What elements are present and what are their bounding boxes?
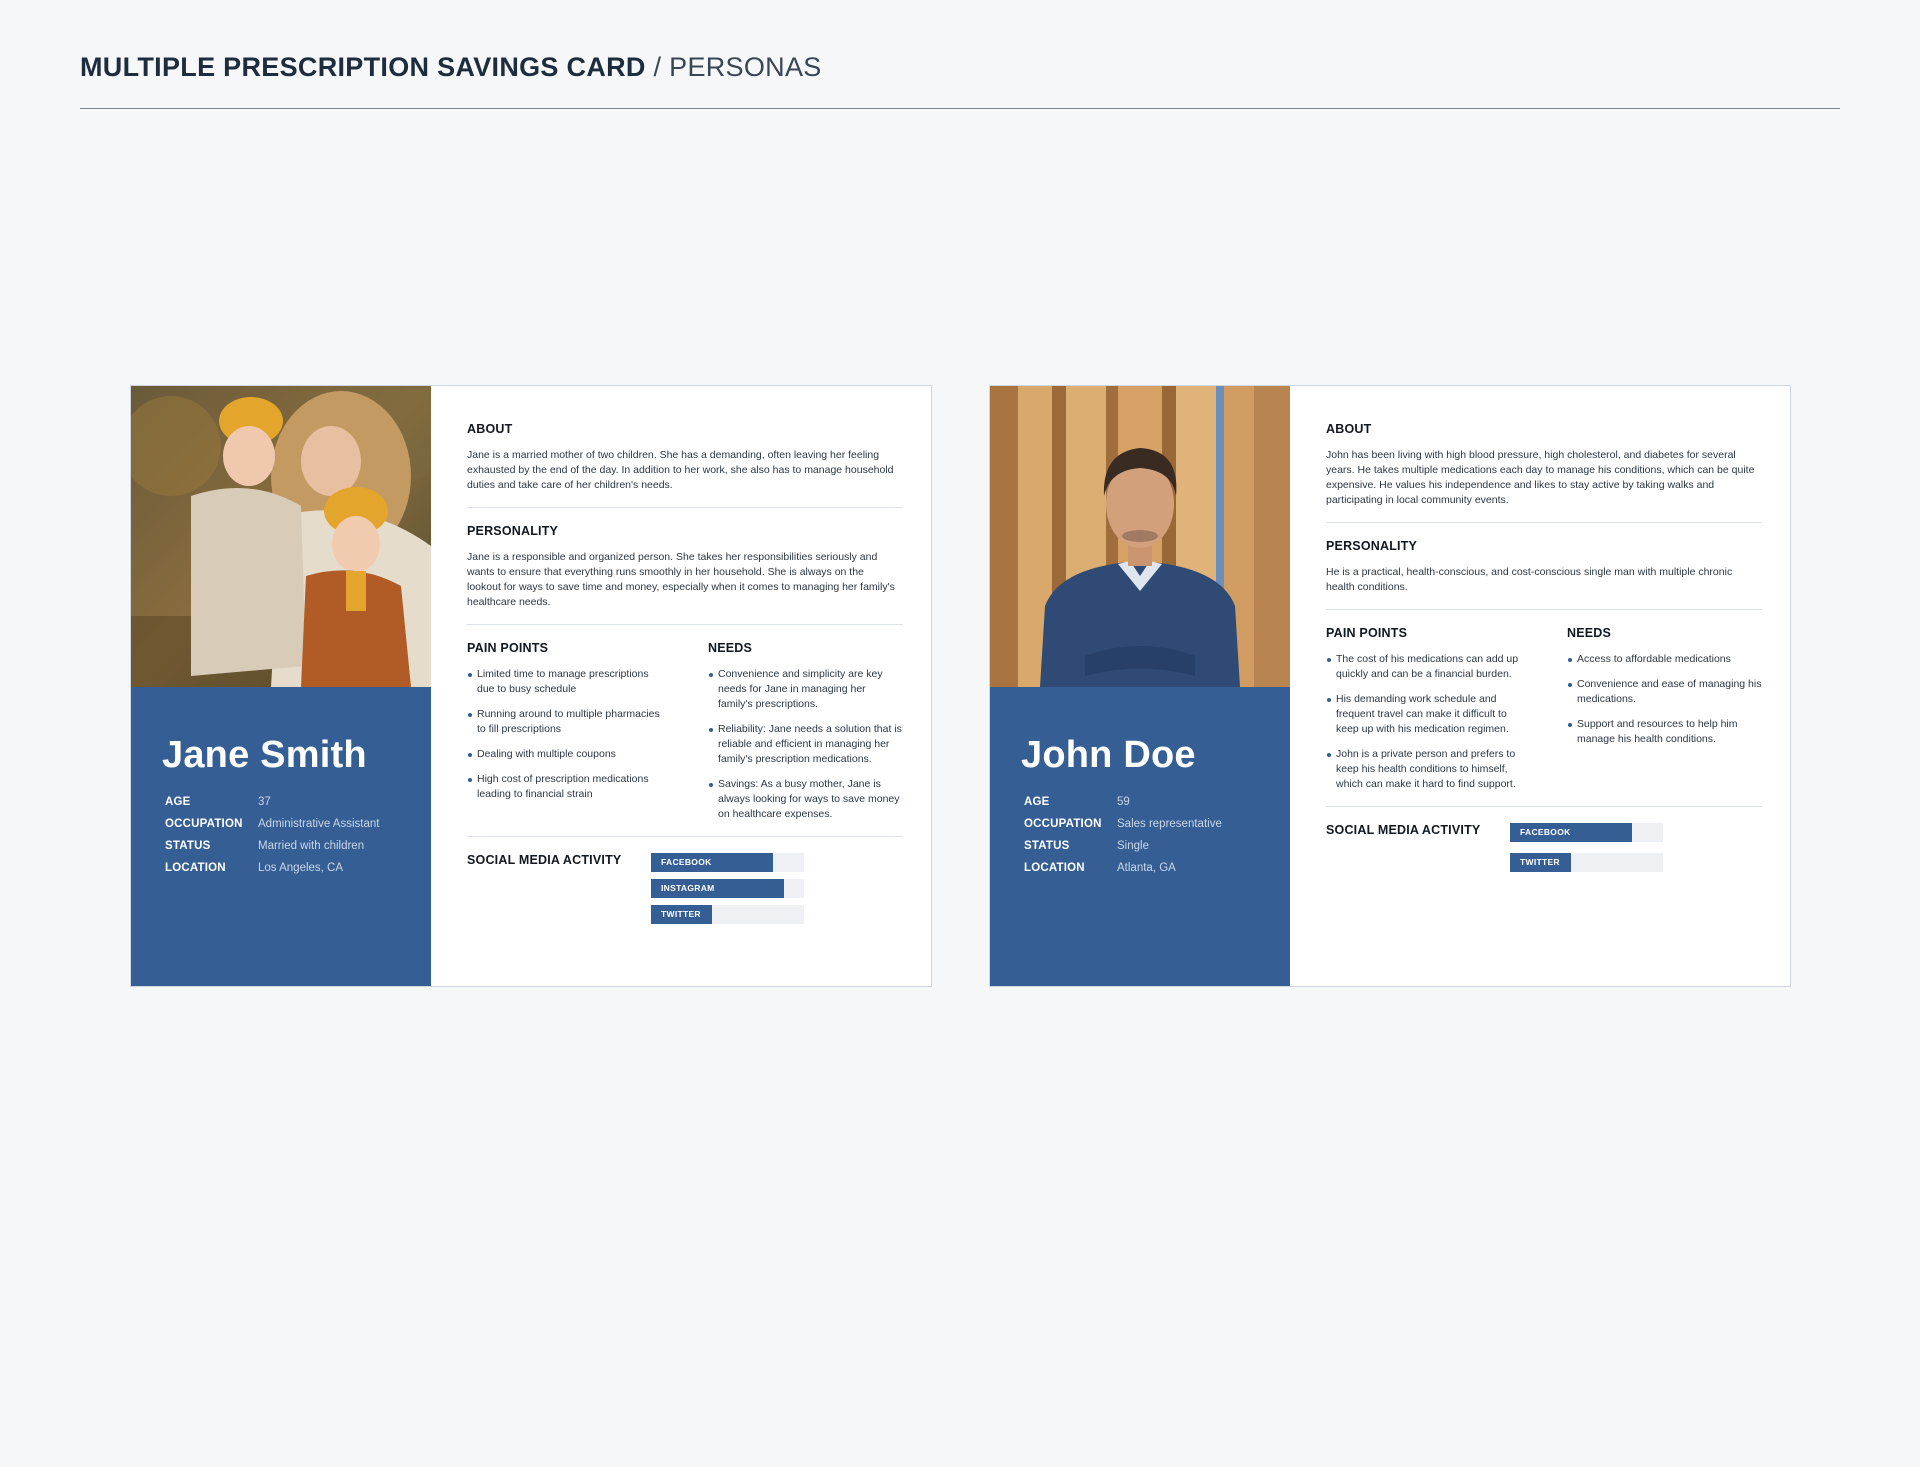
fact-value: Married with children — [258, 840, 365, 852]
fact-value: 59 — [1117, 796, 1130, 808]
bar-label: FACEBOOK — [1520, 827, 1571, 837]
needs-section: NEEDS Convenience and simplicity are key… — [708, 641, 903, 832]
fact-label: AGE — [1024, 796, 1050, 808]
fact-age: AGE 37 — [165, 791, 425, 813]
fact-location: LOCATION Atlanta, GA — [1024, 857, 1284, 879]
section-divider — [467, 624, 903, 625]
needs-heading: NEEDS — [1567, 626, 1612, 640]
page-title-main: MULTIPLE PRESCRIPTION SAVINGS CARD — [80, 52, 646, 82]
social-bar-twitter: TWITTER — [651, 905, 804, 924]
social-bar-twitter: TWITTER — [1510, 853, 1663, 872]
list-item: Running around to multiple pharmacies to… — [467, 707, 663, 737]
fact-label: AGE — [165, 796, 191, 808]
about-text: John has been living with high blood pre… — [1326, 449, 1755, 506]
persona-photo — [131, 386, 431, 687]
bar-label: TWITTER — [661, 909, 701, 919]
about-heading: ABOUT — [1326, 422, 1372, 436]
needs-list: Convenience and simplicity are key needs… — [708, 667, 903, 822]
list-item: Access to affordable medications — [1567, 652, 1762, 667]
social-media-activity: SOCIAL MEDIA ACTIVITY FACEBOOK TWITTER — [1326, 823, 1762, 879]
section-divider — [467, 507, 903, 508]
persona-photo — [990, 386, 1290, 687]
about-heading: ABOUT — [467, 422, 513, 436]
pain-points-list: The cost of his medications can add up q… — [1326, 652, 1522, 792]
pain-points-heading: PAIN POINTS — [1326, 626, 1408, 640]
bar-label: FACEBOOK — [661, 857, 712, 867]
personality-text: Jane is a responsible and organized pers… — [467, 551, 895, 608]
section-divider — [1326, 609, 1762, 610]
personality-heading: PERSONALITY — [1326, 539, 1418, 553]
social-bar-facebook: FACEBOOK — [651, 853, 804, 872]
page-title: MULTIPLE PRESCRIPTION SAVINGS CARD / PER… — [80, 52, 822, 83]
list-item: Dealing with multiple coupons — [467, 747, 663, 762]
list-item: Limited time to manage prescriptions due… — [467, 667, 663, 697]
social-bars: FACEBOOK TWITTER — [1510, 823, 1663, 879]
fact-label: STATUS — [165, 840, 211, 852]
fact-label: STATUS — [1024, 840, 1070, 852]
fact-status: STATUS Married with children — [165, 835, 425, 857]
needs-list: Access to affordable medications Conveni… — [1567, 652, 1762, 747]
fact-value: Administrative Assistant — [258, 818, 380, 830]
pain-points-section: PAIN POINTS The cost of his medications … — [1326, 626, 1567, 802]
persona-card-john: John Doe AGE 59 OCCUPATION Sales represe… — [989, 385, 1791, 987]
section-divider — [1326, 522, 1762, 523]
section-divider — [467, 836, 903, 837]
fact-value: 37 — [258, 796, 271, 808]
social-heading: SOCIAL MEDIA ACTIVITY — [467, 853, 622, 867]
persona-details: ABOUT John has been living with high blo… — [1326, 386, 1762, 1022]
pain-points-list: Limited time to manage prescriptions due… — [467, 667, 663, 802]
persona-card-jane: Jane Smith AGE 37 OCCUPATION Administrat… — [130, 385, 932, 987]
pain-points-needs: PAIN POINTS The cost of his medications … — [1326, 626, 1762, 802]
list-item: The cost of his medications can add up q… — [1326, 652, 1522, 682]
fact-label: OCCUPATION — [1024, 818, 1102, 830]
section-divider — [1326, 806, 1762, 807]
list-item: Convenience and ease of managing his med… — [1567, 677, 1762, 707]
list-item: Support and resources to help him manage… — [1567, 717, 1762, 747]
fact-value: Los Angeles, CA — [258, 862, 344, 874]
social-media-activity: SOCIAL MEDIA ACTIVITY FACEBOOK INSTAGRAM… — [467, 853, 903, 931]
header-divider — [80, 108, 1840, 109]
fact-occupation: OCCUPATION Administrative Assistant — [165, 813, 425, 835]
pain-points-needs: PAIN POINTS Limited time to manage presc… — [467, 641, 903, 832]
fact-value: Sales representative — [1117, 818, 1222, 830]
persona-name: John Doe — [1021, 734, 1196, 776]
list-item: Convenience and simplicity are key needs… — [708, 667, 903, 712]
list-item: John is a private person and prefers to … — [1326, 747, 1522, 792]
needs-section: NEEDS Access to affordable medications C… — [1567, 626, 1762, 802]
social-heading: SOCIAL MEDIA ACTIVITY — [1326, 823, 1481, 837]
list-item: High cost of prescription medications le… — [467, 772, 663, 802]
social-bars: FACEBOOK INSTAGRAM TWITTER — [651, 853, 804, 931]
pain-points-section: PAIN POINTS Limited time to manage presc… — [467, 641, 708, 832]
about-text: Jane is a married mother of two children… — [467, 449, 894, 491]
list-item: Savings: As a busy mother, Jane is alway… — [708, 777, 903, 822]
fact-label: LOCATION — [1024, 862, 1085, 874]
fact-label: LOCATION — [165, 862, 226, 874]
list-item: His demanding work schedule and frequent… — [1326, 692, 1522, 737]
bar-label: TWITTER — [1520, 857, 1560, 867]
persona-profile-panel: John Doe AGE 59 OCCUPATION Sales represe… — [990, 386, 1290, 986]
page-title-sub: / PERSONAS — [645, 52, 822, 82]
list-item: Reliability: Jane needs a solution that … — [708, 722, 903, 767]
personality-text: He is a practical, health-conscious, and… — [1326, 566, 1733, 593]
social-bar-facebook: FACEBOOK — [1510, 823, 1663, 842]
fact-status: STATUS Single — [1024, 835, 1284, 857]
persona-name: Jane Smith — [162, 734, 367, 776]
fact-age: AGE 59 — [1024, 791, 1284, 813]
persona-facts: AGE 59 OCCUPATION Sales representative S… — [1024, 791, 1284, 879]
fact-value: Atlanta, GA — [1117, 862, 1176, 874]
bar-label: INSTAGRAM — [661, 883, 715, 893]
persona-profile-panel: Jane Smith AGE 37 OCCUPATION Administrat… — [131, 386, 431, 986]
fact-location: LOCATION Los Angeles, CA — [165, 857, 425, 879]
social-bar-instagram: INSTAGRAM — [651, 879, 804, 898]
needs-heading: NEEDS — [708, 641, 753, 655]
persona-facts: AGE 37 OCCUPATION Administrative Assista… — [165, 791, 425, 879]
fact-label: OCCUPATION — [165, 818, 243, 830]
fact-value: Single — [1117, 840, 1149, 852]
pain-points-heading: PAIN POINTS — [467, 641, 549, 655]
personality-heading: PERSONALITY — [467, 524, 559, 538]
persona-details: ABOUT Jane is a married mother of two ch… — [467, 386, 903, 1022]
fact-occupation: OCCUPATION Sales representative — [1024, 813, 1284, 835]
